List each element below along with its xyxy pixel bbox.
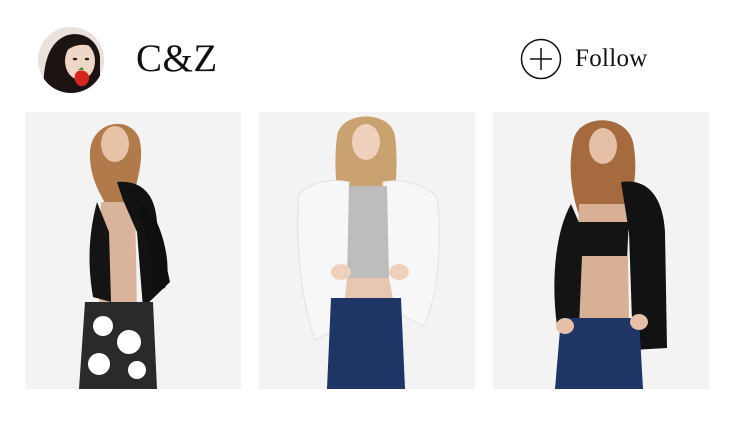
fashion-photo-2[interactable] [259,112,475,389]
fashion-photo-icon [25,112,241,389]
profile-username[interactable]: C&Z [136,34,218,84]
fashion-photo-3[interactable] [493,112,709,389]
plus-circle-icon [520,38,562,80]
profile-header: C&Z Follow [0,0,750,112]
avatar[interactable] [38,27,104,93]
fashion-photo-icon [259,112,475,389]
follow-label: Follow [575,45,648,72]
user-avatar-icon [38,27,104,93]
fashion-photo-icon [493,112,709,389]
follow-button[interactable]: Follow [520,37,648,81]
fashion-photo-1[interactable] [25,112,241,389]
